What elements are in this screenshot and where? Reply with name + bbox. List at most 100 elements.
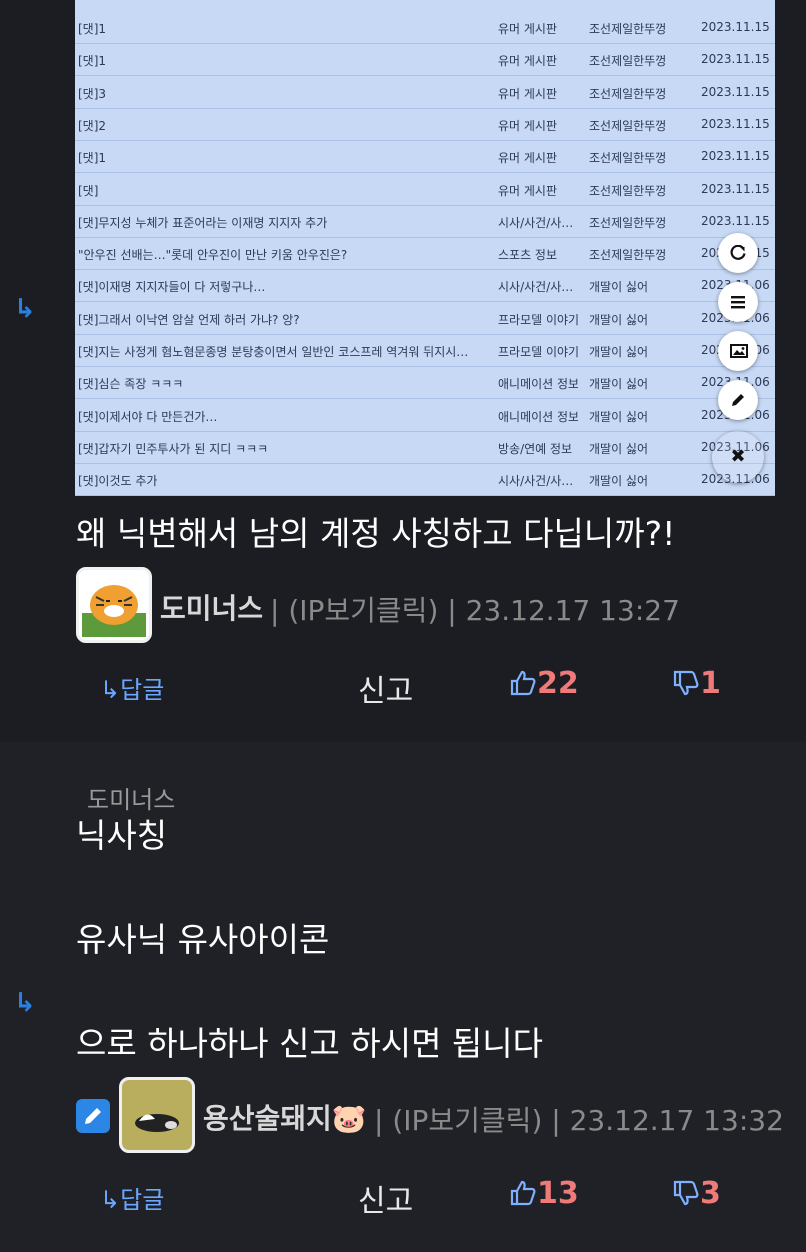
author-nickname[interactable]: 도미너스 <box>160 587 263 627</box>
upvote-button[interactable]: 13 <box>509 1176 579 1211</box>
downvote-button[interactable]: 3 <box>672 1176 721 1211</box>
list-item-date: 2023.11.15 <box>701 116 770 131</box>
list-item-title[interactable]: [댓]그래서 이낙연 암살 언제 하러 가냐? 앙? <box>78 311 488 328</box>
list-item[interactable]: [댓]1 유머 게시판 조선제일한뚜껑 2023.11.15 <box>75 140 775 174</box>
list-item[interactable]: [댓]3 유머 게시판 조선제일한뚜껑 2023.11.15 <box>75 76 775 109</box>
list-item[interactable]: [댓]이제서야 다 만든건가…애니메이션 정보개딸이 싫어2023.11.06 <box>75 399 775 432</box>
list-item-title[interactable]: [댓]지는 사정게 혐노혐문종명 분탕충이면서 일반인 코스프레 역겨워 뒤지시… <box>78 343 488 360</box>
author-nickname[interactable]: 용산술돼지🐷 <box>203 1097 367 1137</box>
list-item-board: 유머 게시판 <box>498 183 558 198</box>
list-item-board: 프라모델 이야기 <box>498 345 578 359</box>
image-button[interactable] <box>718 331 758 371</box>
thumbs-down-icon <box>673 670 699 696</box>
list-item-board: 방송/연예 정보 <box>498 441 573 456</box>
list-item-author: 조선제일한뚜껑 <box>589 248 667 263</box>
list-item-title[interactable]: [댓]심슨 족장 ㅋㅋㅋ <box>78 375 488 392</box>
list-item-title[interactable]: [댓]1 <box>78 20 488 37</box>
list-item-board: 유머 게시판 <box>498 54 558 69</box>
list-item-board: 애니메이션 정보 <box>498 409 578 424</box>
list-item-author: 개딸이 싫어 <box>589 377 649 392</box>
comment-1: [댓]1 유머 게시판 조선제일한뚜껑 2023.11.15 [댓]1 유머 게시판 조선제… <box>0 0 806 742</box>
list-item-board: 시사/사건/사… <box>498 215 574 230</box>
report-button[interactable]: 신고 <box>358 1176 413 1220</box>
refresh-icon <box>730 245 746 260</box>
list-item-title[interactable]: [댓]갑자기 민주투사가 된 지디 ㅋㅋㅋ <box>78 440 488 457</box>
downvote-button[interactable]: 1 <box>672 666 721 701</box>
list-item-author: 개딸이 싫어 <box>589 474 649 489</box>
list-item-title[interactable]: [댓]1 <box>78 52 488 69</box>
reply-button[interactable]: ↳답글 <box>100 670 164 705</box>
list-item-author: 조선제일한뚜껑 <box>589 151 667 166</box>
list-item-board: 시사/사건/사… <box>498 474 574 489</box>
refresh-button[interactable] <box>718 233 758 273</box>
list-item-date: 2023.11.15 <box>701 149 770 164</box>
upvote-count: 13 <box>537 1176 579 1211</box>
list-item-board: 애니메이션 정보 <box>498 377 578 392</box>
list-item-date: 2023.11.15 <box>701 84 770 99</box>
badger-avatar-icon <box>125 1083 189 1147</box>
image-icon <box>730 344 748 358</box>
list-item-author: 조선제일한뚜껑 <box>589 86 667 101</box>
comment-meta[interactable]: | (IP보기클릭) | 23.12.17 13:32 <box>374 1099 784 1139</box>
comment-line-2: 유사닉 유사아이콘 <box>76 920 330 959</box>
write-button[interactable] <box>718 380 758 420</box>
report-button[interactable]: 신고 <box>358 666 413 710</box>
list-item-title[interactable]: [댓]무지성 누체가 표준어라는 이재명 지지자 추가 <box>78 214 488 231</box>
list-item-board: 유머 게시판 <box>498 151 558 166</box>
list-item[interactable]: [댓]무지성 누체가 표준어라는 이재명 지지자 추가 시사/사건/사… 조선제일한… <box>75 205 775 238</box>
list-item[interactable]: [댓]이것도 추가 시사/사건/사… 개딸이 싫어 2023.11.06 <box>75 463 775 496</box>
list-item[interactable]: [댓]그래서 이낙연 암살 언제 하러 가냐? 앙? 프라모델 이야기 개딸이 싫어… <box>75 302 775 335</box>
menu-button[interactable] <box>718 282 758 322</box>
menu-icon <box>731 296 745 309</box>
reply-indent-arrow-icon: ↳ <box>14 294 36 324</box>
list-item-title[interactable]: [댓]3 <box>78 85 488 102</box>
list-item-date: 2023.11.15 <box>701 52 770 67</box>
list-item-author: 개딸이 싫어 <box>589 280 649 295</box>
list-item[interactable]: [댓] 유머 게시판 조선제일한뚜껑 2023.11.15 <box>75 173 775 206</box>
list-item-title[interactable]: [댓]1 <box>78 149 488 166</box>
upvote-button[interactable]: 22 <box>509 666 579 701</box>
list-item-board: 유머 게시판 <box>498 86 558 101</box>
list-item-date: 2023.11.15 <box>701 181 770 196</box>
list-item-title[interactable]: [댓]2 <box>78 117 488 134</box>
list-item[interactable]: [댓]1 유머 게시판 조선제일한뚜껑 2023.11.15 <box>75 11 775 44</box>
list-item-board: 시사/사건/사… <box>498 280 574 295</box>
list-item[interactable]: [댓]갑자기 민주투사가 된 지디 ㅋㅋㅋ 방송/연예 정보 개딸이 싫어 2023.… <box>75 431 775 464</box>
list-item-author: 개딸이 싫어 <box>589 345 649 359</box>
list-item-title[interactable]: [댓] <box>78 182 488 199</box>
list-item-board: 유머 게시판 <box>498 22 558 36</box>
list-item[interactable]: "안우진 선배는…"롯데 안우진이 만난 키움 안우진은? 스포츠 정보 조선제일한… <box>75 237 775 271</box>
thumbs-up-icon <box>510 670 536 696</box>
list-item-title[interactable]: "안우진 선배는…"롯데 안우진이 만난 키움 안우진은? <box>78 246 488 263</box>
pencil-icon <box>732 394 744 406</box>
reply-button[interactable]: ↳답글 <box>100 1180 164 1215</box>
reply-target-nickname[interactable]: 도미너스 <box>87 780 175 815</box>
list-item[interactable]: [댓]지는 사정게 혐노혐문종명 분탕충이면서 일반인 코스프레 역겨워 뒤지시… <box>75 334 775 367</box>
reply-indent-arrow-icon: ↳ <box>14 988 36 1018</box>
thumbs-down-icon <box>673 1180 699 1206</box>
list-item-title[interactable]: [댓]이재명 지지자들이 다 저렇구나… <box>78 278 488 295</box>
list-item-date: 2023.11.15 <box>701 213 770 228</box>
list-item-author: 조선제일한뚜껑 <box>589 183 667 198</box>
list-item-title[interactable]: [댓]이제서야 다 만든건가… <box>78 408 488 425</box>
tiger-avatar-icon <box>82 585 146 637</box>
thumbs-up-icon <box>510 1180 536 1206</box>
list-item-board: 프라모델 이야기 <box>498 312 578 327</box>
list-item-board: 유머 게시판 <box>498 118 558 133</box>
list-item-author: 개딸이 싫어 <box>589 312 649 327</box>
list-item-author: 조선제일한뚜껑 <box>589 215 667 230</box>
list-item[interactable]: [댓]1 유머 게시판 조선제일한뚜껑 2023.11.15 <box>75 43 775 77</box>
list-item-author: 개딸이 싫어 <box>589 441 649 456</box>
avatar[interactable] <box>119 1077 195 1153</box>
list-item[interactable]: [댓]2 유머 게시판 조선제일한뚜껑 2023.11.15 <box>75 108 775 141</box>
list-item[interactable]: [댓]심슨 족장 ㅋㅋㅋ애니메이션 정보개딸이 싫어2023.11.06 <box>75 366 775 400</box>
list-item-author: 조선제일한뚜껑 <box>589 54 667 69</box>
comment-meta[interactable]: | (IP보기클릭) | 23.12.17 13:27 <box>270 589 680 629</box>
list-item-author: 개딸이 싫어 <box>589 409 649 424</box>
close-button[interactable]: ✖ <box>712 431 764 483</box>
list-item-title[interactable]: [댓]이것도 추가 <box>78 472 488 489</box>
downvote-count: 1 <box>700 666 721 701</box>
avatar[interactable] <box>76 567 152 643</box>
list-item[interactable]: [댓]이재명 지지자들이 다 저렇구나…시사/사건/사…개딸이 싫어2023.1… <box>75 269 775 303</box>
downvote-count: 3 <box>700 1176 721 1211</box>
